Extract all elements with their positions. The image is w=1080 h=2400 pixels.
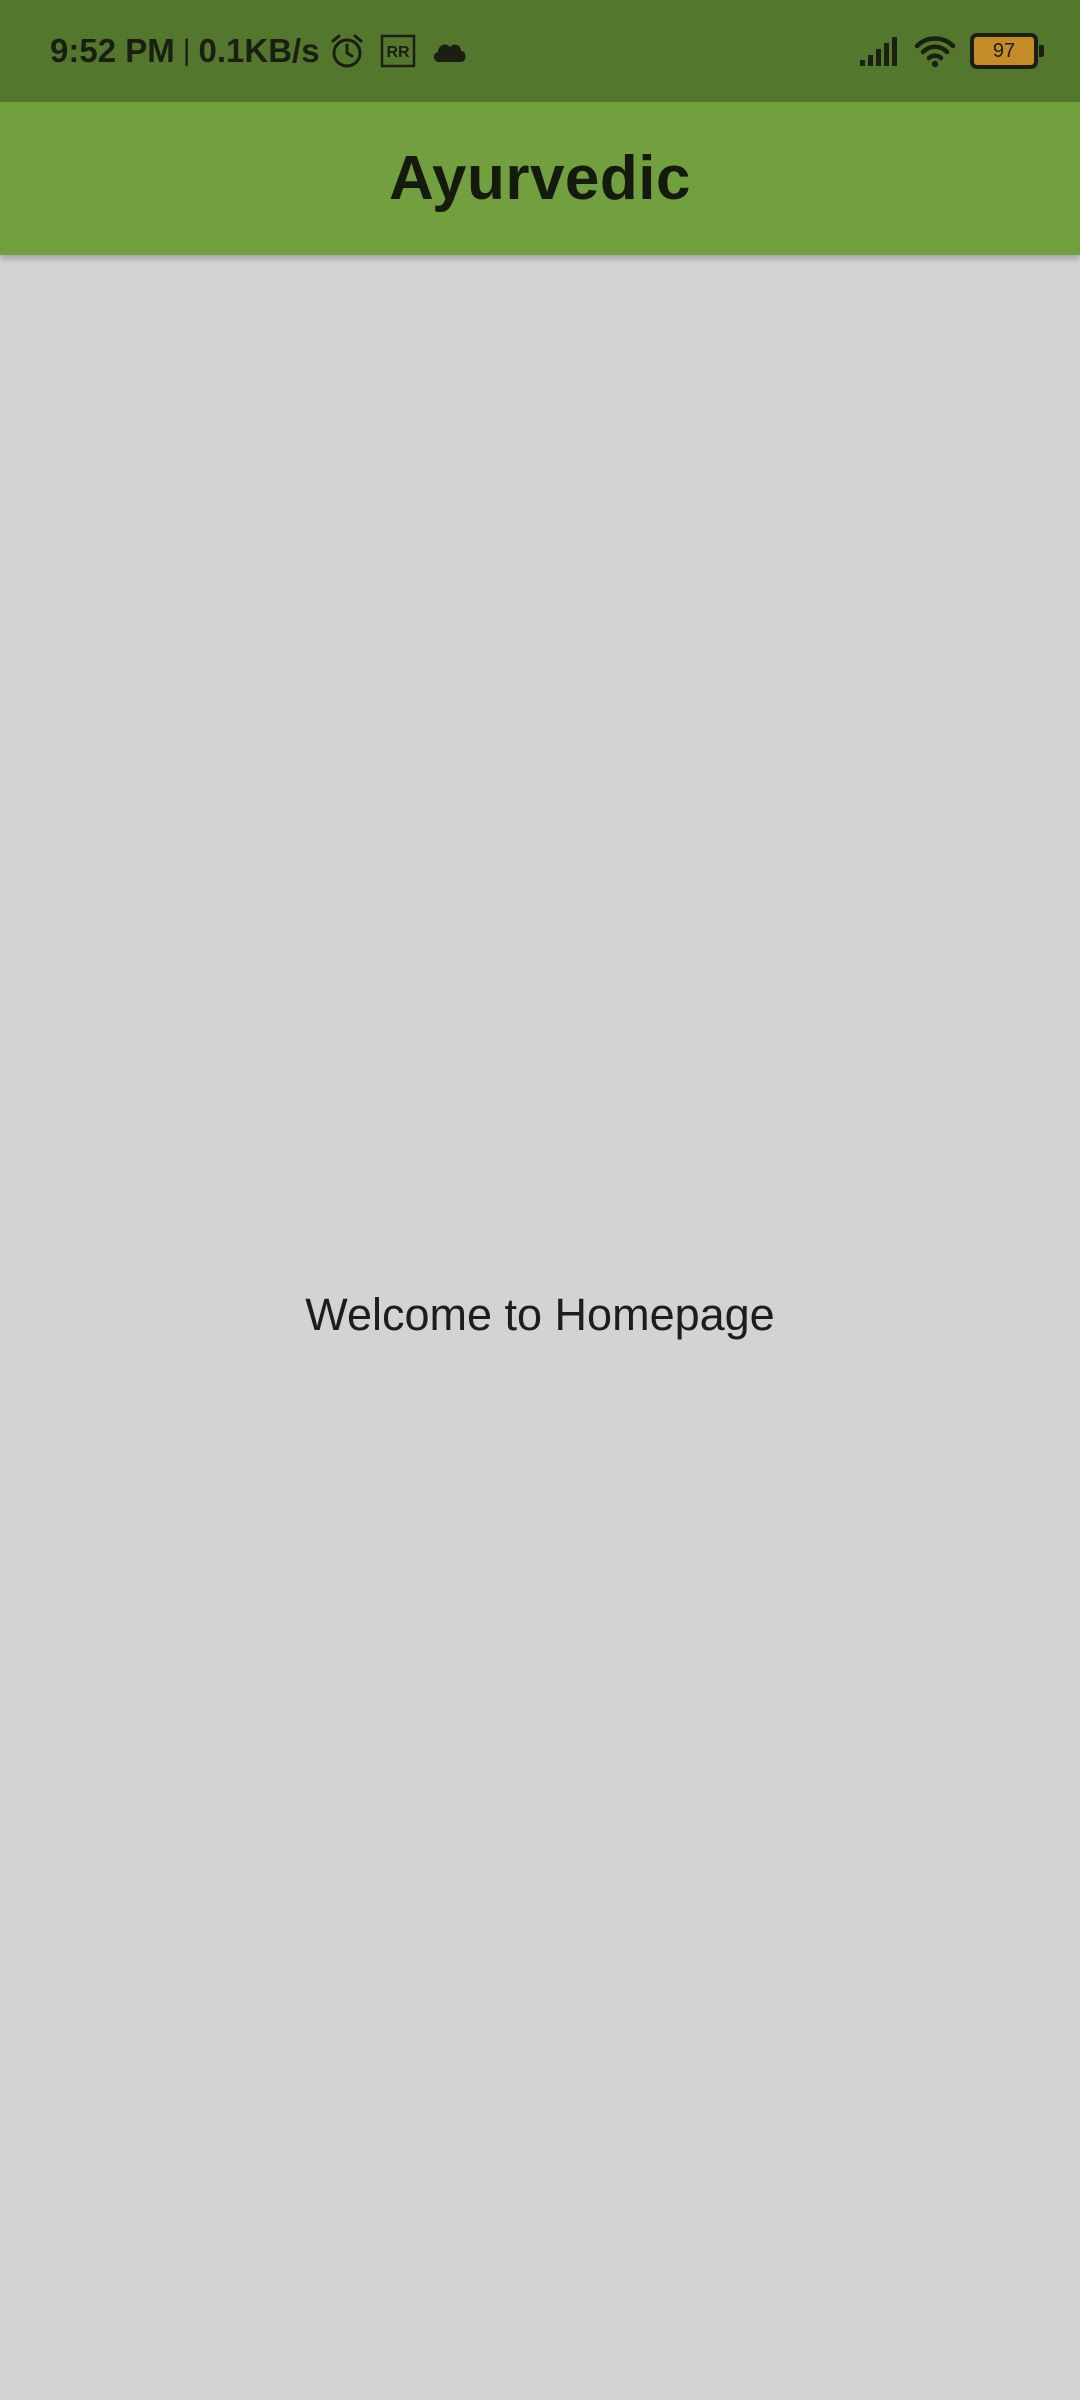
app-bar: Ayurvedic (0, 102, 1080, 255)
signal-icon (858, 34, 902, 68)
battery-icon: 97 (970, 33, 1044, 69)
status-separator: | (182, 34, 191, 67)
app-title: Ayurvedic (389, 144, 691, 213)
status-bar: 9:52 PM | 0.1KB/s RR 97 (0, 0, 1080, 102)
svg-text:RR: RR (386, 44, 410, 61)
rr-icon: RR (380, 34, 416, 68)
welcome-text: Welcome to Homepage (305, 1289, 775, 1340)
alarm-icon (328, 32, 366, 70)
wifi-icon (914, 34, 956, 68)
network-speed: 0.1KB/s (198, 32, 320, 69)
cloud-icon (430, 38, 468, 64)
battery-level: 97 (992, 40, 1016, 62)
main-content: Welcome to Homepage (0, 255, 1080, 2400)
status-time: 9:52 PM (50, 32, 175, 69)
status-left: 9:52 PM | 0.1KB/s RR (50, 0, 468, 102)
status-right: 97 (858, 0, 1044, 102)
